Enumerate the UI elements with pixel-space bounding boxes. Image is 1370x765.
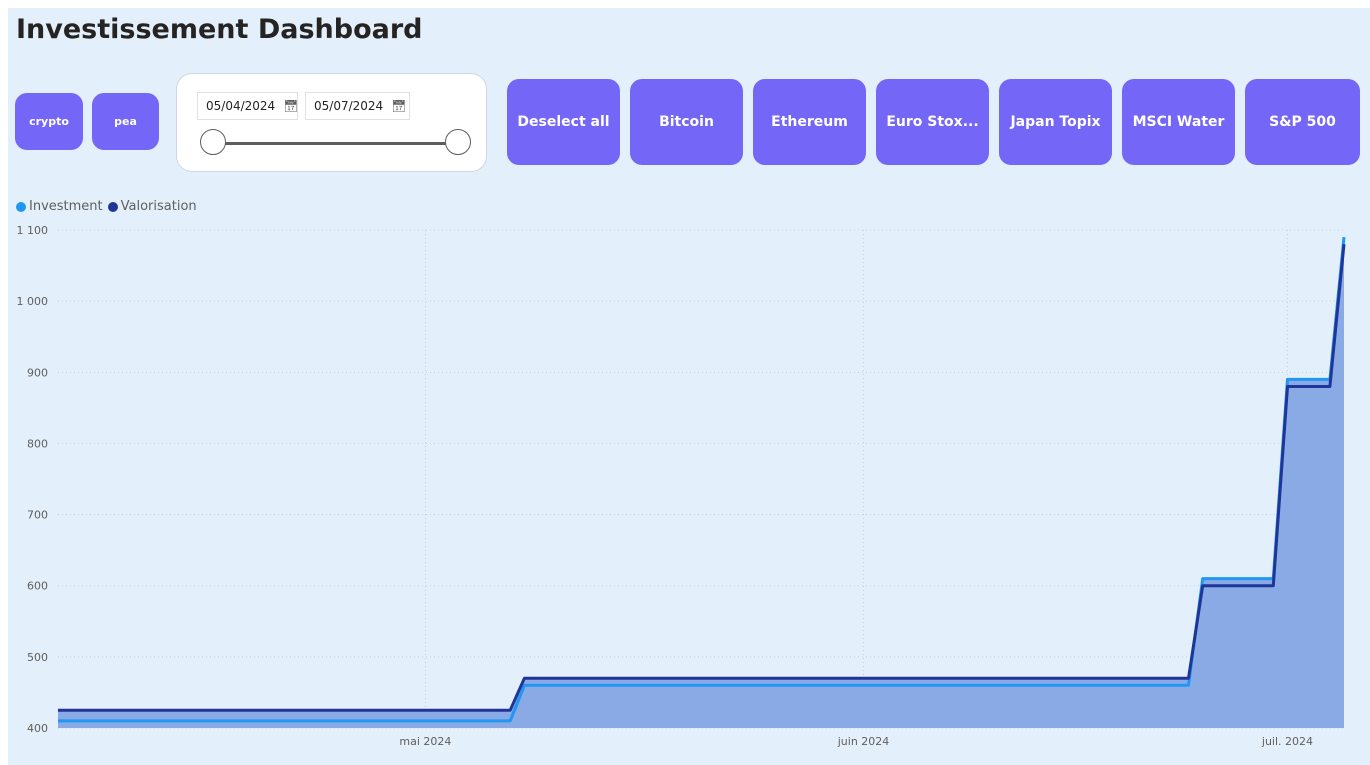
y-tick-label: 1 000 [17,295,49,308]
y-tick-label: 1 100 [17,224,49,237]
area-fill [58,237,1344,728]
x-tick-label: mai 2024 [399,735,451,748]
y-tick-label: 700 [27,509,48,522]
y-tick-label: 600 [27,580,48,593]
line-area-chart: 400 500 600 700 800 900 1 000 1 100 mai 2024 juin… [17,224,1346,748]
y-tick-label: 500 [27,651,48,664]
series-line-investment [58,236,1346,723]
y-tick-label: 800 [27,437,48,450]
y-tick-label: 400 [27,722,48,735]
x-tick-label: juil. 2024 [1261,735,1313,748]
series-line-valorisation [58,244,1346,712]
x-tick-label: juin 2024 [837,735,890,748]
y-tick-label: 900 [27,366,48,379]
